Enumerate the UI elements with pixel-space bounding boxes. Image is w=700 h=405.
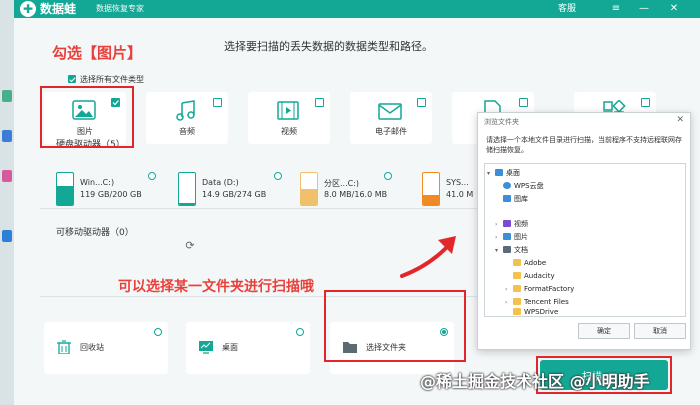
tree-item[interactable]: WPSDrive [505, 307, 558, 316]
location-desktop[interactable]: 桌面 [186, 322, 310, 374]
recycle-bin-icon [57, 340, 71, 354]
folder-icon [513, 272, 521, 279]
browse-folder-dialog: 浏览文件夹 ✕ 请选择一个本地文件目录进行扫描，当前程序不支持远程联网存储扫描恢… [477, 112, 691, 350]
folder-icon [513, 298, 521, 305]
drive-radio[interactable] [148, 172, 156, 180]
drive-icon [178, 172, 196, 206]
location-label: 回收站 [80, 343, 104, 352]
tree-arrow-icon[interactable]: ▾ [487, 168, 495, 179]
folder-tree[interactable]: ▾ 桌面 WPS云盘 图库 › 视频 › 图片 ▾ 文档 Adobe Audacity … [484, 163, 686, 317]
tree-item[interactable]: 图库 [495, 194, 528, 205]
tree-item[interactable]: Adobe [505, 258, 546, 269]
dialog-ok-button[interactable]: 确定 [578, 323, 630, 339]
location-label: 桌面 [222, 343, 238, 352]
tree-arrow-icon[interactable]: › [495, 232, 503, 243]
desktop-shortcut-icon[interactable] [2, 170, 12, 182]
file-type-video[interactable]: 视频 [248, 92, 330, 144]
file-type-label: 视频 [281, 127, 297, 136]
location-radio[interactable] [296, 328, 304, 336]
folder-icon [513, 259, 521, 266]
location-radio[interactable] [154, 328, 162, 336]
drive-item[interactable]: Win...C:) 119 GB/200 GB [56, 170, 168, 220]
tree-item[interactable]: › 图片 [495, 232, 528, 243]
audio-icon [176, 100, 195, 121]
menu-icon[interactable]: ≡ [608, 1, 624, 17]
pictures-folder-icon [503, 233, 511, 240]
folder-icon [513, 308, 521, 315]
tree-item[interactable]: ▾ 文档 [495, 245, 528, 256]
tree-item[interactable]: › FormatFactory [505, 284, 574, 295]
drive-size: 41.0 M [446, 190, 474, 199]
drive-name: SYS... [446, 178, 469, 187]
desktop-shortcut-icon[interactable] [2, 90, 12, 102]
desktop-folder-icon [495, 169, 503, 176]
drive-radio[interactable] [384, 172, 392, 180]
close-button[interactable]: ✕ [666, 1, 682, 17]
annotation-arrow-icon [400, 236, 456, 278]
dialog-cancel-button[interactable]: 取消 [634, 323, 686, 339]
select-all-checkbox[interactable] [68, 75, 76, 83]
file-type-checkbox[interactable] [213, 98, 222, 107]
file-type-checkbox[interactable] [417, 98, 426, 107]
drive-size: 8.0 MB/16.0 MB [324, 190, 388, 199]
drive-name: 分区...C:) [324, 179, 360, 188]
app-subtitle: 数据恢复专家 [96, 4, 144, 13]
folder-icon [513, 285, 521, 292]
minimize-button[interactable]: — [636, 1, 652, 17]
support-link[interactable]: 客服 [558, 2, 576, 16]
drive-icon [56, 172, 74, 206]
desktop-icon [199, 341, 213, 354]
file-type-audio[interactable]: 音频 [146, 92, 228, 144]
drive-name: Data (D:) [202, 178, 239, 187]
app-brand: 数据蛙 [40, 2, 77, 16]
cloud-icon [503, 182, 511, 189]
file-type-email[interactable]: 电子邮件 [350, 92, 432, 144]
watermark-text: @稀土掘金技术社区 @小明助手 [420, 372, 650, 391]
dialog-title: 浏览文件夹 [484, 118, 519, 126]
app-logo-icon: ✚ [20, 1, 36, 17]
gallery-icon [503, 195, 511, 202]
tree-arrow-icon[interactable]: › [495, 219, 503, 230]
file-type-label: 音频 [179, 127, 195, 136]
tree-arrow-icon[interactable]: ▾ [495, 245, 503, 256]
tree-item[interactable]: WPS云盘 [495, 181, 544, 192]
drive-icon [300, 172, 318, 206]
drive-item[interactable]: Data (D:) 14.9 GB/274 GB [178, 170, 290, 220]
drive-icon [422, 172, 440, 206]
video-folder-icon [503, 220, 511, 227]
drive-name: Win...C:) [80, 178, 115, 187]
annotation-top: 勾选【图片】 [52, 44, 143, 62]
instruction-text: 选择要扫描的丢失数据的数据类型和路径。 [224, 40, 433, 53]
file-type-checkbox[interactable] [519, 98, 528, 107]
file-type-checkbox[interactable] [315, 98, 324, 107]
tree-item[interactable]: ▾ 桌面 [487, 168, 520, 179]
tree-arrow-icon[interactable]: › [505, 284, 513, 295]
desktop-shortcut-icon[interactable] [2, 130, 12, 142]
documents-folder-icon [503, 246, 511, 253]
desktop-background [0, 0, 14, 405]
highlight-box [324, 290, 466, 362]
title-bar: ✚ 数据蛙 数据恢复专家 客服 ≡ — ✕ [14, 0, 700, 18]
drive-item[interactable]: 分区...C:) 8.0 MB/16.0 MB [300, 170, 412, 220]
highlight-box [40, 86, 134, 148]
refresh-icon[interactable]: ⟳ [184, 240, 196, 252]
location-recycle-bin[interactable]: 回收站 [44, 322, 168, 374]
file-type-checkbox[interactable] [641, 98, 650, 107]
annotation-middle: 可以选择某一文件夹进行扫描哦 [118, 279, 314, 295]
select-all-label: 选择所有文件类型 [80, 75, 144, 84]
drive-size: 14.9 GB/274 GB [202, 190, 267, 199]
dialog-description: 请选择一个本地文件目录进行扫描，当前程序不支持远程联网存储扫描恢复。 [486, 136, 682, 154]
drive-radio[interactable] [274, 172, 282, 180]
video-icon [277, 101, 299, 120]
drive-size: 119 GB/200 GB [80, 190, 142, 199]
tree-item[interactable]: › 视频 [495, 219, 528, 230]
email-icon [378, 103, 402, 120]
desktop-shortcut-icon[interactable] [2, 230, 12, 242]
file-type-label: 电子邮件 [375, 127, 407, 136]
dialog-close-button[interactable]: ✕ [676, 115, 684, 125]
removable-drives-title: 可移动驱动器（0） [56, 228, 134, 238]
tree-item[interactable]: Audacity [505, 271, 555, 282]
